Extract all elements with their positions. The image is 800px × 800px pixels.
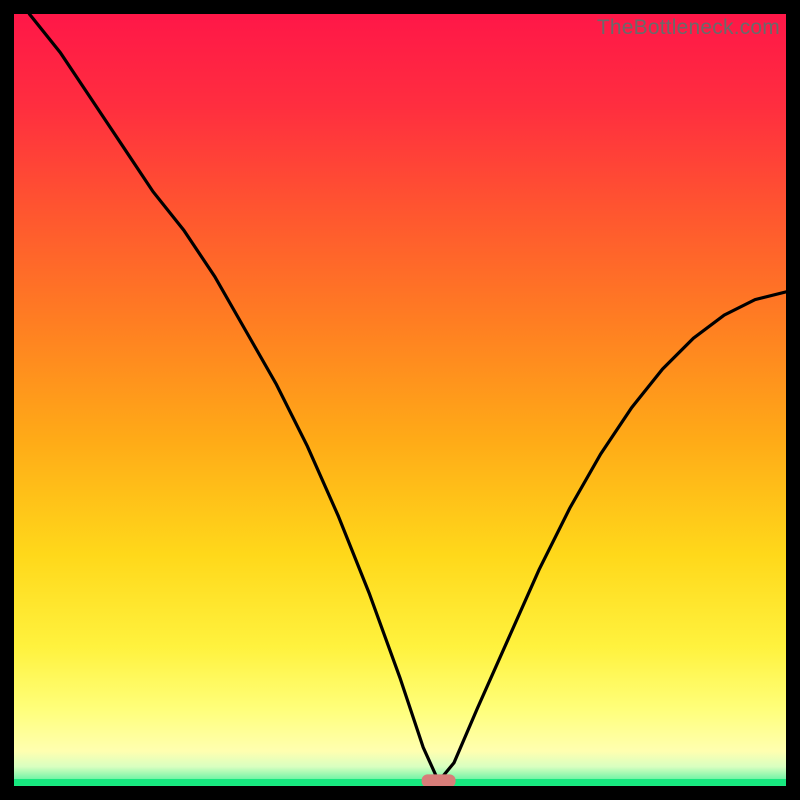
bottleneck-curve <box>14 14 786 786</box>
watermark-text: TheBottleneck.com <box>597 16 780 40</box>
chart-frame: TheBottleneck.com <box>14 14 786 786</box>
curve-path <box>29 14 786 781</box>
minimum-marker <box>422 774 456 786</box>
plot-area: TheBottleneck.com <box>14 14 786 786</box>
